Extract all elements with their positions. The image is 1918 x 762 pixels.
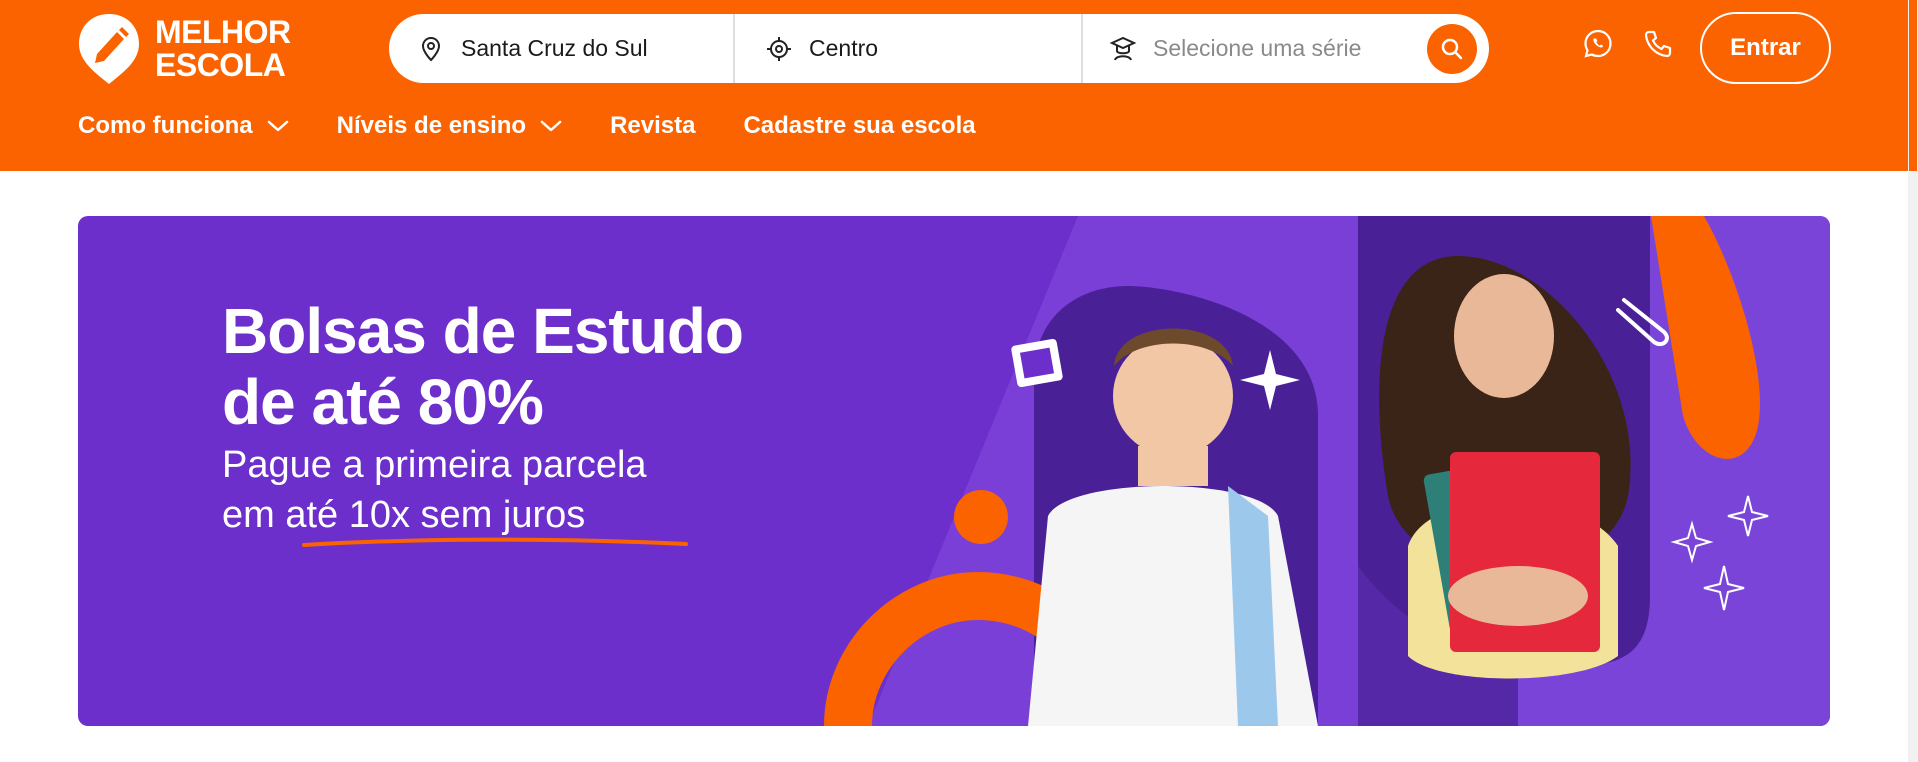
- nav-label: Como funciona: [78, 112, 253, 139]
- nav-label: Cadastre sua escola: [743, 112, 976, 139]
- city-field[interactable]: Santa Cruz do Sul: [389, 14, 735, 83]
- map-pin-icon: [417, 35, 445, 63]
- site-header: MELHOR ESCOLA Santa Cruz do Sul Centro S…: [0, 0, 1908, 171]
- highlight-underline: [302, 537, 688, 547]
- logo-line-2: ESCOLA: [155, 47, 286, 83]
- banner-headline: Bolsas de Estudo de até 80%: [222, 295, 744, 438]
- nav-label: Níveis de ensino: [336, 112, 527, 139]
- page-scrollbar[interactable]: [1908, 0, 1918, 762]
- logo-pin-icon: [79, 14, 139, 84]
- chevron-down-icon: [540, 120, 562, 132]
- target-icon: [765, 35, 793, 63]
- search-icon: [1441, 38, 1463, 60]
- chevron-down-icon: [267, 120, 288, 132]
- banner-subtitle: Pague a primeira parcela em até 10x sem …: [222, 440, 647, 540]
- thumbs-up-icon: [1011, 338, 1063, 388]
- nav-cadastre-sua-escola[interactable]: Cadastre sua escola: [743, 112, 975, 140]
- promo-banner[interactable]: Bolsas de Estudo de até 80% Pague a prim…: [78, 216, 1830, 726]
- student-icon: [1109, 35, 1137, 63]
- nav-revista[interactable]: Revista: [610, 112, 695, 140]
- nav-niveis-de-ensino[interactable]: Níveis de ensino: [337, 112, 562, 140]
- phone-icon[interactable]: [1642, 28, 1676, 62]
- search-bar: Santa Cruz do Sul Centro: [389, 14, 1489, 83]
- nav-label: Revista: [610, 112, 696, 139]
- logo-wordmark: MELHOR ESCOLA: [155, 16, 291, 82]
- subtitle-line-2: em até 10x sem juros: [222, 494, 586, 536]
- whatsapp-icon[interactable]: [1582, 28, 1616, 62]
- logo[interactable]: MELHOR ESCOLA: [77, 12, 307, 86]
- neighborhood-value: Centro: [809, 35, 879, 61]
- headline-line-1: Bolsas de Estudo: [222, 295, 744, 367]
- city-value: Santa Cruz do Sul: [461, 35, 648, 61]
- nav-como-funciona[interactable]: Como funciona: [78, 112, 289, 140]
- neighborhood-field[interactable]: Centro: [735, 14, 1083, 83]
- login-button[interactable]: Entrar: [1700, 12, 1831, 84]
- main-nav: Como funciona Níveis de ensino Revista C…: [78, 108, 1024, 144]
- logo-line-1: MELHOR: [155, 14, 291, 50]
- grade-input[interactable]: [1153, 35, 1413, 62]
- scrollbar-thumb[interactable]: [1909, 0, 1917, 171]
- headline-line-2: de até 80%: [222, 366, 544, 438]
- subtitle-line-1: Pague a primeira parcela: [222, 444, 647, 486]
- search-button[interactable]: [1427, 24, 1477, 74]
